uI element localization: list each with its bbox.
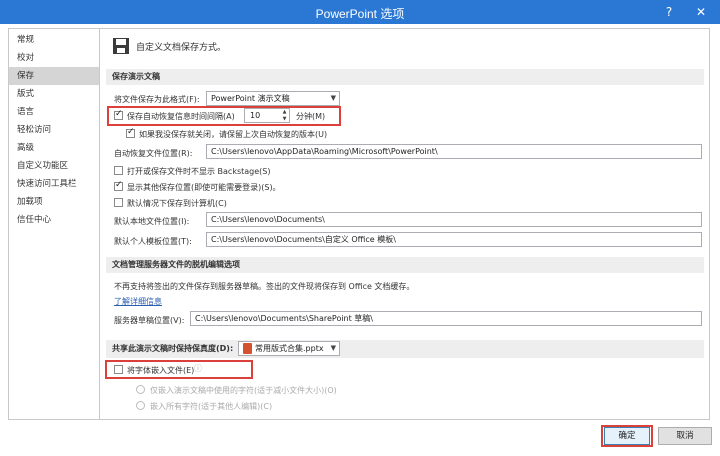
keep-last-label: 如果我没保存就关闭，请保留上次自动恢复的版本(U) bbox=[139, 130, 328, 139]
help-button[interactable]: ? bbox=[660, 3, 678, 21]
spin-down-icon[interactable]: ▼ bbox=[280, 116, 289, 122]
learn-more-link[interactable]: 了解详细信息 bbox=[114, 296, 162, 307]
embed-fonts-checkbox[interactable] bbox=[114, 365, 123, 374]
ok-button[interactable]: 确定 bbox=[604, 427, 650, 445]
offline-description: 不再支持将签出的文件保存到服务器草稿。签出的文件现将保存到 Office 文档缓… bbox=[114, 282, 415, 291]
embed-used-chars-radio[interactable] bbox=[136, 385, 145, 394]
sidebar-item-customize-ribbon[interactable]: 自定义功能区 bbox=[9, 157, 99, 175]
autorecover-label: 保存自动恢复信息时间间隔(A) bbox=[127, 112, 235, 121]
sidebar-item-trust-center[interactable]: 信任中心 bbox=[9, 211, 99, 229]
autorecover-minutes-value: 10 bbox=[250, 111, 261, 120]
close-button[interactable]: ✕ bbox=[692, 3, 710, 21]
section-fidelity: 共享此演示文稿时保持保真度(D): bbox=[106, 340, 704, 358]
sidebar-item-save[interactable]: 保存 bbox=[9, 67, 99, 85]
fidelity-file-dropdown[interactable]: 常用版式合集.pptx ▼ bbox=[238, 341, 340, 356]
cancel-button[interactable]: 取消 bbox=[658, 427, 712, 445]
title-bar: PowerPoint 选项 ? ✕ bbox=[0, 0, 720, 24]
sidebar-item-accessibility[interactable]: 轻松访问 bbox=[9, 121, 99, 139]
embed-fonts-label: 将字体嵌入文件(E) bbox=[127, 366, 195, 375]
autorecover-minutes-spinner[interactable]: 10 ▲ ▼ bbox=[244, 108, 290, 123]
format-value: PowerPoint 演示文稿 bbox=[211, 94, 290, 103]
sidebar-item-addins[interactable]: 加载项 bbox=[9, 193, 99, 211]
save-to-computer-label: 默认情况下保存到计算机(C) bbox=[127, 199, 227, 208]
embed-all-chars-radio[interactable] bbox=[136, 401, 145, 410]
autorecover-location-input[interactable]: C:\Users\lenovo\AppData\Roaming\Microsof… bbox=[206, 144, 702, 159]
default-local-label: 默认本地文件位置(I): bbox=[114, 217, 190, 226]
sidebar-item-advanced[interactable]: 高级 bbox=[9, 139, 99, 157]
show-other-locations-label: 显示其他保存位置(即使可能需要登录)(S)。 bbox=[127, 183, 281, 192]
format-dropdown[interactable]: PowerPoint 演示文稿 ▼ bbox=[206, 91, 340, 106]
autorecover-checkbox[interactable] bbox=[114, 109, 123, 120]
fidelity-file-value: 常用版式合集.pptx bbox=[255, 344, 324, 353]
section-save-presentations: 保存演示文稿 bbox=[106, 69, 704, 85]
section-offline-editing: 文档管理服务器文件的脱机编辑选项 bbox=[106, 257, 704, 273]
no-backstage-checkbox[interactable] bbox=[114, 166, 123, 175]
embed-all-chars-label: 嵌入所有字符(适于其他人编辑)(C) bbox=[150, 402, 273, 411]
sidebar-item-typography[interactable]: 版式 bbox=[9, 85, 99, 103]
minutes-label: 分钟(M) bbox=[296, 112, 326, 121]
sidebar-item-general[interactable]: 常规 bbox=[9, 31, 99, 49]
drafts-location-input[interactable]: C:\Users\lenovo\Documents\SharePoint 草稿\ bbox=[190, 311, 702, 326]
pptx-file-icon bbox=[243, 343, 252, 354]
sidebar-item-quick-access[interactable]: 快速访问工具栏 bbox=[9, 175, 99, 193]
format-label: 将文件保存为此格式(F): bbox=[114, 95, 200, 104]
default-local-input[interactable]: C:\Users\lenovo\Documents\ bbox=[206, 212, 702, 227]
sidebar-item-language[interactable]: 语言 bbox=[9, 103, 99, 121]
sidebar-item-proofing[interactable]: 校对 bbox=[9, 49, 99, 67]
header-description: 自定义文档保存方式。 bbox=[136, 43, 227, 53]
no-backstage-label: 打开或保存文件时不显示 Backstage(S) bbox=[127, 167, 271, 176]
chevron-down-icon: ▼ bbox=[330, 94, 336, 102]
spin-up-icon[interactable]: ▲ bbox=[280, 109, 289, 115]
chevron-down-icon: ▼ bbox=[330, 344, 336, 352]
save-icon bbox=[113, 38, 129, 54]
save-to-computer-checkbox[interactable] bbox=[114, 198, 123, 207]
window-title: PowerPoint 选项 bbox=[315, 7, 405, 21]
keep-last-checkbox[interactable] bbox=[126, 127, 135, 138]
default-template-label: 默认个人模板位置(T): bbox=[114, 237, 192, 246]
show-other-locations-checkbox[interactable] bbox=[114, 180, 123, 191]
default-template-input[interactable]: C:\Users\lenovo\Documents\自定义 Office 模板\ bbox=[206, 232, 702, 247]
autorecover-location-label: 自动恢复文件位置(R): bbox=[114, 149, 193, 158]
content-pane: 自定义文档保存方式。 保存演示文稿 将文件保存为此格式(F): PowerPoi… bbox=[100, 28, 710, 420]
info-icon[interactable]: ⓘ bbox=[194, 363, 202, 374]
drafts-location-label: 服务器草稿位置(V): bbox=[114, 316, 185, 325]
sidebar: 常规 校对 保存 版式 语言 轻松访问 高级 自定义功能区 快速访问工具栏 加载… bbox=[8, 28, 100, 420]
embed-used-chars-label: 仅嵌入演示文稿中使用的字符(适于减小文件大小)(O) bbox=[150, 386, 337, 395]
